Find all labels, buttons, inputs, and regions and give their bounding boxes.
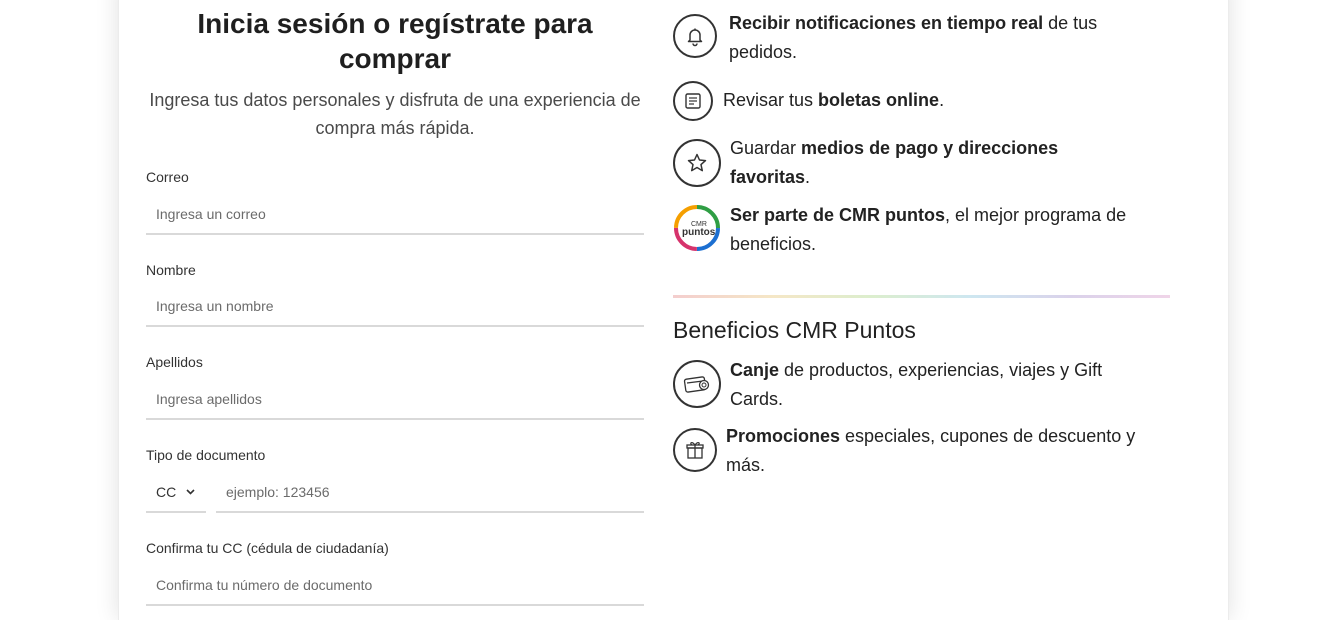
- benefit-cmr-text: Ser parte de CMR puntos, el mejor progra…: [730, 205, 1127, 254]
- benefit-notifications-text: Recibir notificaciones en tiempo real de…: [729, 13, 1098, 62]
- bell-icon: [673, 14, 717, 58]
- confirm-document-field[interactable]: [146, 566, 644, 606]
- benefit-notifications: Recibir notificaciones en tiempo real de…: [673, 9, 1170, 67]
- name-label: Nombre: [146, 262, 196, 278]
- receipt-icon: [673, 81, 713, 121]
- cmr-logo-bottom-text: puntos: [682, 227, 716, 238]
- benefit-receipts-text: Revisar tus boletas online.: [723, 90, 945, 110]
- page-subtitle: Ingresa tus datos personales y disfruta …: [149, 90, 641, 138]
- benefit-payment-text: Guardar medios de pago y direcciones fav…: [730, 138, 1059, 187]
- benefit-receipts: Revisar tus boletas online.: [673, 81, 1170, 121]
- lastname-label: Apellidos: [146, 354, 203, 370]
- star-icon: [673, 139, 721, 187]
- cmr-puntos-logo: CMR puntos: [673, 204, 721, 252]
- benefit-canje-text: Canje de productos, experiencias, viajes…: [730, 360, 1103, 409]
- cmr-benefits-title: Beneficios CMR Puntos: [673, 317, 916, 343]
- confirm-document-label: Confirma tu CC (cédula de ciudadanía): [146, 540, 389, 556]
- email-label: Correo: [146, 169, 189, 185]
- doctype-label: Tipo de documento: [146, 447, 266, 463]
- benefit-canje: Canje de productos, experiencias, viajes…: [673, 356, 1170, 414]
- rainbow-divider: [673, 295, 1170, 298]
- benefit-cmr: CMR puntos Ser parte de CMR puntos, el m…: [673, 201, 1170, 259]
- document-number-field[interactable]: [216, 473, 644, 513]
- doctype-value: CC: [156, 484, 177, 500]
- benefit-payment: Guardar medios de pago y direcciones fav…: [673, 134, 1170, 192]
- gift-icon: [673, 428, 717, 472]
- email-field[interactable]: [146, 195, 644, 235]
- benefit-promociones: Promociones especiales, cupones de descu…: [673, 422, 1170, 480]
- card-exchange-icon: [673, 360, 721, 408]
- chevron-down-icon: [186, 487, 195, 498]
- page-title: Inicia sesión o regístrate para comprar: [197, 8, 593, 74]
- benefit-promociones-text: Promociones especiales, cupones de descu…: [726, 426, 1136, 475]
- lastname-field[interactable]: [146, 380, 644, 420]
- name-field[interactable]: [146, 287, 644, 327]
- doctype-select[interactable]: CC: [146, 473, 206, 513]
